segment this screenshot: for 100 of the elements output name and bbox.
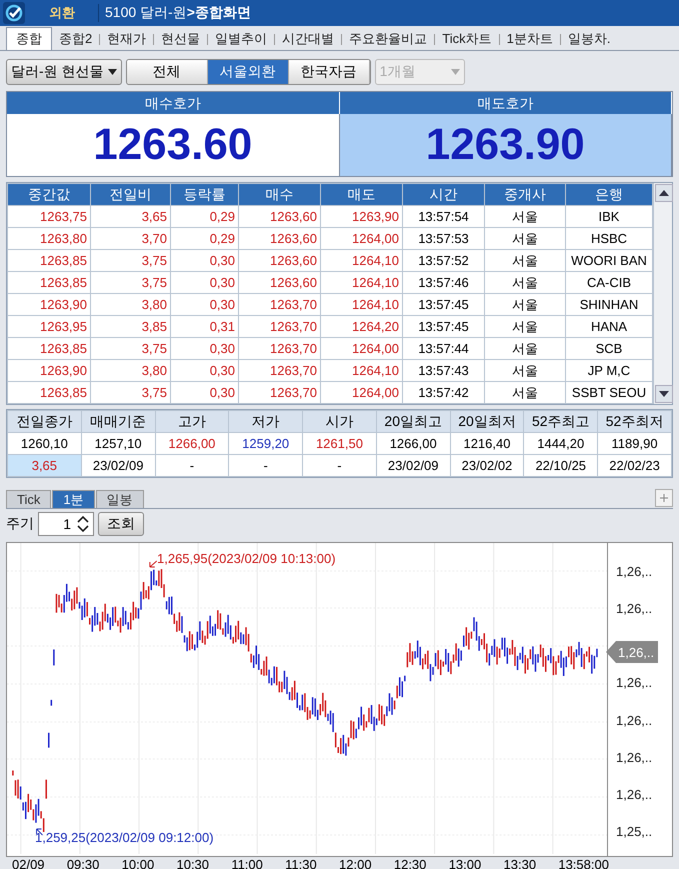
axis-label: 1,26,.. bbox=[616, 712, 654, 728]
table-cell: 3,80 bbox=[90, 360, 170, 382]
quote-header: 매도호가 bbox=[340, 92, 672, 114]
market-filter-button[interactable]: 전체 bbox=[126, 60, 208, 84]
table-cell: 0,30 bbox=[170, 272, 238, 294]
table-cell: 1266,00 bbox=[376, 432, 450, 454]
scroll-up-icon[interactable] bbox=[655, 184, 673, 202]
axis-label: 13:58:00 bbox=[558, 857, 609, 869]
table-cell: 1259,20 bbox=[228, 432, 303, 454]
column-header: 중간값 bbox=[8, 184, 90, 206]
column-header: 시간 bbox=[402, 184, 484, 206]
table-cell: IBK bbox=[566, 206, 652, 228]
table-cell: 3,65 bbox=[90, 206, 170, 228]
table-cell: SHINHAN bbox=[566, 294, 652, 316]
high-annotation: 1,265,95(2023/02/09 10:13:00) bbox=[157, 551, 336, 566]
scrollbar[interactable] bbox=[653, 183, 672, 404]
table-cell: 0,30 bbox=[170, 360, 238, 382]
table-cell: 0,30 bbox=[170, 338, 238, 360]
table-cell: HANA bbox=[566, 316, 652, 338]
table-cell: 13:57:46 bbox=[402, 272, 484, 294]
screen-tab[interactable]: 현재가 bbox=[100, 27, 154, 50]
table-cell: 1266,00 bbox=[155, 432, 229, 454]
table-cell: 서울 bbox=[484, 206, 566, 228]
chart-tab[interactable]: 1분 bbox=[52, 490, 95, 508]
table-cell: 1263,85 bbox=[8, 272, 90, 294]
column-header: 52주최저 bbox=[598, 410, 672, 432]
window-title: 5100 달러-원>종합화면 bbox=[98, 4, 251, 22]
column-header: 20일최고 bbox=[376, 410, 450, 432]
table-cell: 3,85 bbox=[90, 316, 170, 338]
axis-label: 12:00 bbox=[339, 857, 372, 869]
table-cell: 1264,00 bbox=[320, 228, 402, 250]
axis-label: 1,26,.. bbox=[616, 675, 654, 690]
market-filter-button[interactable]: 한국자금 bbox=[288, 60, 370, 84]
screen-tab[interactable]: 종합 bbox=[6, 27, 52, 50]
table-cell: 3,75 bbox=[90, 272, 170, 294]
screen-tab[interactable]: 일봉차. bbox=[560, 27, 618, 50]
table-cell: 22/02/23 bbox=[598, 454, 672, 476]
app-logo-icon bbox=[2, 1, 26, 25]
table-cell: - bbox=[228, 454, 303, 476]
table-cell: 1216,40 bbox=[450, 432, 524, 454]
table-cell: 3,75 bbox=[90, 250, 170, 272]
scroll-down-icon[interactable] bbox=[655, 385, 673, 403]
stepper-icon[interactable] bbox=[75, 514, 91, 534]
table-cell: 0,30 bbox=[170, 294, 238, 316]
table-cell: 1257,10 bbox=[81, 432, 156, 454]
market-filter-button[interactable]: 서울외환 bbox=[208, 60, 289, 84]
column-header: 전일비 bbox=[90, 184, 170, 206]
table-cell: 1263,70 bbox=[238, 360, 320, 382]
chart-tab[interactable]: 일봉 bbox=[96, 490, 144, 508]
screen-tab[interactable]: 1분차트 bbox=[500, 27, 560, 50]
axis-label: 09:30 bbox=[66, 857, 100, 869]
table-cell: 1263,60 bbox=[238, 250, 320, 272]
table-cell: 13:57:54 bbox=[402, 206, 484, 228]
table-cell: 1264,20 bbox=[320, 316, 402, 338]
table-cell: 서울 bbox=[484, 294, 566, 316]
column-header: 매도 bbox=[320, 184, 402, 206]
screen-tab[interactable]: Tick차트 bbox=[435, 27, 499, 50]
table-cell: 3,70 bbox=[90, 228, 170, 250]
table-cell: 서울 bbox=[484, 316, 566, 338]
table-cell: 1263,75 bbox=[8, 206, 90, 228]
table-cell: 서울 bbox=[484, 360, 566, 382]
table-cell: 3,65 bbox=[8, 454, 82, 476]
table-cell: 1264,10 bbox=[320, 250, 402, 272]
query-button[interactable]: 조회 bbox=[98, 512, 144, 536]
table-cell: HSBC bbox=[566, 228, 652, 250]
table-cell: 23/02/09 bbox=[81, 454, 156, 476]
table-cell: SSBT SEOU bbox=[566, 382, 652, 404]
table-cell: 13:57:52 bbox=[402, 250, 484, 272]
table-cell: 1261,50 bbox=[302, 432, 376, 454]
chart-tab[interactable]: Tick bbox=[6, 490, 52, 508]
plus-icon[interactable] bbox=[655, 489, 673, 507]
table-cell: 1263,90 bbox=[8, 294, 90, 316]
axis-label: 1,26,.. bbox=[616, 786, 654, 802]
table-cell: 13:57:42 bbox=[402, 382, 484, 404]
period-field[interactable]: 1 bbox=[38, 512, 94, 536]
column-header: 52주최고 bbox=[524, 410, 598, 432]
table-cell: 1263,60 bbox=[238, 206, 320, 228]
table-cell: 3,75 bbox=[90, 382, 170, 404]
screen-tab[interactable]: 일별추이 bbox=[208, 27, 274, 50]
quote-price: 1263.90 bbox=[340, 114, 672, 176]
screen-tab[interactable]: 현선물 bbox=[154, 27, 208, 50]
table-cell: 23/02/02 bbox=[450, 454, 524, 476]
table-cell: 서울 bbox=[484, 382, 566, 404]
screen-tab[interactable]: 시간대별 bbox=[275, 27, 342, 50]
table-cell: JP M,C bbox=[566, 360, 652, 382]
screen-tab[interactable]: 주요환율비교 bbox=[342, 27, 434, 50]
period-label: 주기 bbox=[6, 515, 34, 533]
market-label: 외환 bbox=[48, 4, 76, 22]
table-cell: 23/02/09 bbox=[376, 454, 450, 476]
table-cell: 1263,70 bbox=[238, 338, 320, 360]
table-cell: 1263,60 bbox=[238, 228, 320, 250]
table-cell: 서울 bbox=[484, 228, 566, 250]
table-cell: 1263,90 bbox=[320, 206, 402, 228]
instrument-dropdown[interactable]: 달러-원 현선물 bbox=[6, 59, 122, 85]
column-header: 전일종가 bbox=[8, 410, 82, 432]
axis-label: 02/09 bbox=[12, 857, 45, 869]
column-header: 중개사 bbox=[484, 184, 566, 206]
column-header: 은행 bbox=[566, 184, 652, 206]
screen-tab[interactable]: 종합2 bbox=[52, 27, 100, 50]
table-cell: 1263,85 bbox=[8, 338, 90, 360]
